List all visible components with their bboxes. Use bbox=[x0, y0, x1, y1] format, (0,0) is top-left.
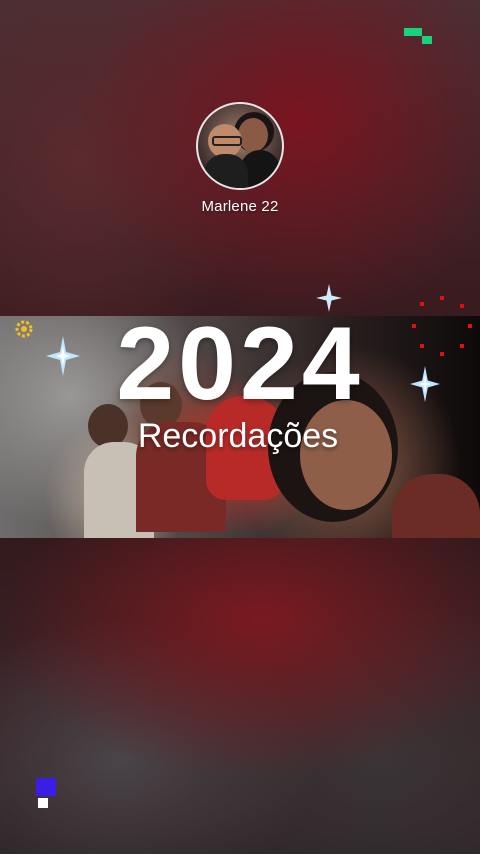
sun-icon bbox=[15, 320, 33, 338]
person-right-shoulder bbox=[392, 474, 480, 538]
glitch-icon bbox=[36, 778, 58, 808]
dots-icon bbox=[412, 296, 472, 356]
profile-name: Marlene 22 bbox=[201, 198, 279, 215]
avatar[interactable] bbox=[196, 102, 284, 190]
sparkle-icon bbox=[410, 366, 440, 402]
glitch-icon bbox=[404, 28, 434, 48]
story-profile[interactable]: Marlene 22 bbox=[0, 102, 480, 215]
subtitle: Recordações bbox=[137, 417, 339, 455]
sparkle-icon bbox=[316, 284, 342, 312]
sparkle-icon bbox=[46, 336, 80, 376]
